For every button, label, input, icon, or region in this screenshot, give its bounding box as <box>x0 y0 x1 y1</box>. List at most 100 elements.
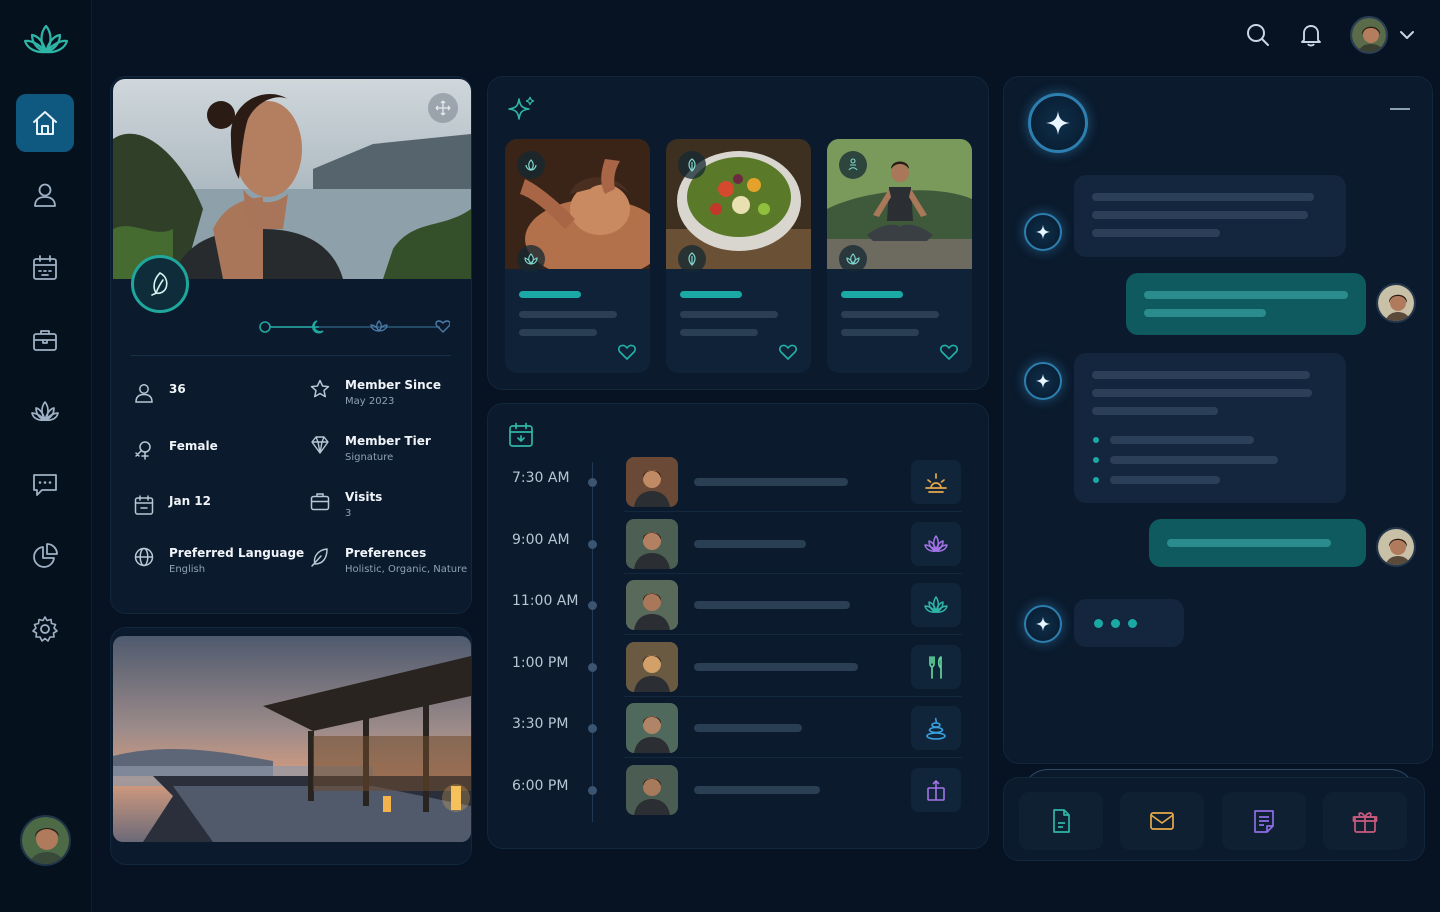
lotus-icon <box>924 534 948 552</box>
nav-analytics[interactable] <box>16 527 74 585</box>
ai-assistant-icon <box>1028 93 1088 153</box>
schedule-item[interactable]: 9:00 AM <box>488 516 988 576</box>
nav-messages[interactable] <box>16 455 74 513</box>
activity-type-button[interactable] <box>911 460 961 504</box>
heart-icon[interactable] <box>939 343 959 361</box>
globe-icon <box>134 547 154 567</box>
gift-box-icon <box>927 779 945 801</box>
heart-icon[interactable] <box>778 343 798 361</box>
recommendation-massage[interactable] <box>505 139 650 373</box>
schedule-item[interactable]: 6:00 PM <box>488 762 988 822</box>
schedule-time: 9:00 AM <box>512 531 570 548</box>
spa-stones-icon <box>926 717 946 740</box>
spa-chip-icon <box>517 151 545 179</box>
chevron-down-icon[interactable] <box>1399 28 1415 42</box>
birthday-field: Jan 12 <box>133 493 211 516</box>
age-value: 36 <box>169 382 186 396</box>
ai-message-bubble <box>1074 175 1346 257</box>
nav-settings[interactable] <box>16 600 74 658</box>
utensils-icon <box>929 655 942 679</box>
text-placeholder <box>680 329 758 336</box>
timeline-dot <box>588 724 597 733</box>
lotus-chip-icon <box>839 245 867 273</box>
nav-wellness[interactable] <box>16 383 74 441</box>
preferences-label: Preferences <box>345 546 427 560</box>
heart-icon[interactable] <box>617 343 637 361</box>
document-button[interactable] <box>1019 792 1103 850</box>
notes-button[interactable] <box>1222 792 1306 850</box>
schedule-time: 11:00 AM <box>512 593 579 609</box>
nav-calendar[interactable] <box>16 239 74 297</box>
activity-thumbnail <box>626 518 678 569</box>
recommendations-card <box>487 76 989 390</box>
sidebar <box>0 0 92 912</box>
gear-icon <box>32 616 58 642</box>
lotus-logo-icon[interactable] <box>23 22 69 58</box>
meditation-chip-icon <box>839 151 867 179</box>
timeline-dot <box>588 662 597 672</box>
move-handle-icon[interactable] <box>428 93 458 123</box>
lotus-icon <box>924 596 948 613</box>
gift-button[interactable] <box>1323 792 1407 850</box>
schedule-item[interactable]: 11:00 AM <box>488 577 988 637</box>
activity-type-button[interactable] <box>911 521 961 566</box>
schedule-time: 6:00 PM <box>512 777 569 794</box>
activity-text-placeholder <box>694 478 848 486</box>
activity-text-placeholder <box>694 724 802 732</box>
member-tier-value: Signature <box>345 452 394 463</box>
minimize-icon[interactable] <box>1390 108 1410 110</box>
activity-text-placeholder <box>694 662 858 671</box>
user-icon <box>34 183 56 207</box>
calendar-icon <box>134 495 154 515</box>
email-button[interactable] <box>1120 792 1204 850</box>
user-chat-avatar <box>1376 283 1416 323</box>
activity-type-button[interactable] <box>911 583 961 627</box>
member-tier-field: Member Tier Signature <box>309 433 431 467</box>
nav-profile[interactable] <box>16 166 74 224</box>
schedule-item[interactable]: 7:30 AM <box>488 454 988 514</box>
home-icon <box>33 111 57 135</box>
sparkle-icon <box>508 96 535 120</box>
gift-icon <box>1352 812 1378 833</box>
visits-field: Visits 3 <box>309 489 382 523</box>
preferences-field: Preferences Holistic, Organic, Nature <box>309 545 467 579</box>
schedule-time: 3:30 PM <box>512 716 569 732</box>
activity-text-placeholder <box>694 601 850 609</box>
account-avatar[interactable] <box>1350 16 1388 54</box>
user-message-bubble <box>1126 273 1366 335</box>
search-icon[interactable] <box>1245 22 1271 48</box>
activity-type-button[interactable] <box>911 644 961 689</box>
ai-avatar-icon <box>1024 213 1062 251</box>
schedule-item[interactable]: 1:00 PM <box>488 639 988 699</box>
ai-avatar-icon <box>1024 362 1062 400</box>
activity-type-button[interactable] <box>911 767 961 812</box>
timeline-dot <box>588 478 597 487</box>
star-icon <box>310 379 330 398</box>
ai-message-bubble <box>1074 353 1346 503</box>
activity-text-placeholder <box>694 539 806 548</box>
user-chat-avatar <box>1376 527 1416 567</box>
member-tier-label: Member Tier <box>345 434 431 448</box>
recommendation-yoga[interactable] <box>827 139 972 373</box>
timeline-dot <box>588 539 597 549</box>
visits-label: Visits <box>345 490 383 504</box>
member-since-field: Member Since May 2023 <box>309 377 441 411</box>
resort-photo <box>113 636 471 842</box>
wellness-badge-icon <box>131 255 189 313</box>
schedule-item[interactable]: 3:30 PM <box>488 700 988 760</box>
activity-type-button[interactable] <box>911 706 961 750</box>
text-placeholder <box>841 311 939 318</box>
bell-icon[interactable] <box>1298 22 1324 48</box>
user-avatar[interactable] <box>20 815 71 866</box>
schedule-time: 1:00 PM <box>512 654 569 671</box>
activity-thumbnail <box>626 703 678 753</box>
visits-value: 3 <box>345 508 352 519</box>
leaf-icon <box>311 548 328 567</box>
wellness-journey-progress <box>259 320 450 334</box>
recommendation-nutrition[interactable] <box>666 139 811 373</box>
briefcase-icon <box>310 493 330 511</box>
leaf-chip-icon <box>678 151 706 179</box>
nav-bookings[interactable] <box>16 311 74 369</box>
gender-value: Female <box>169 439 218 453</box>
nav-home[interactable] <box>16 94 74 152</box>
